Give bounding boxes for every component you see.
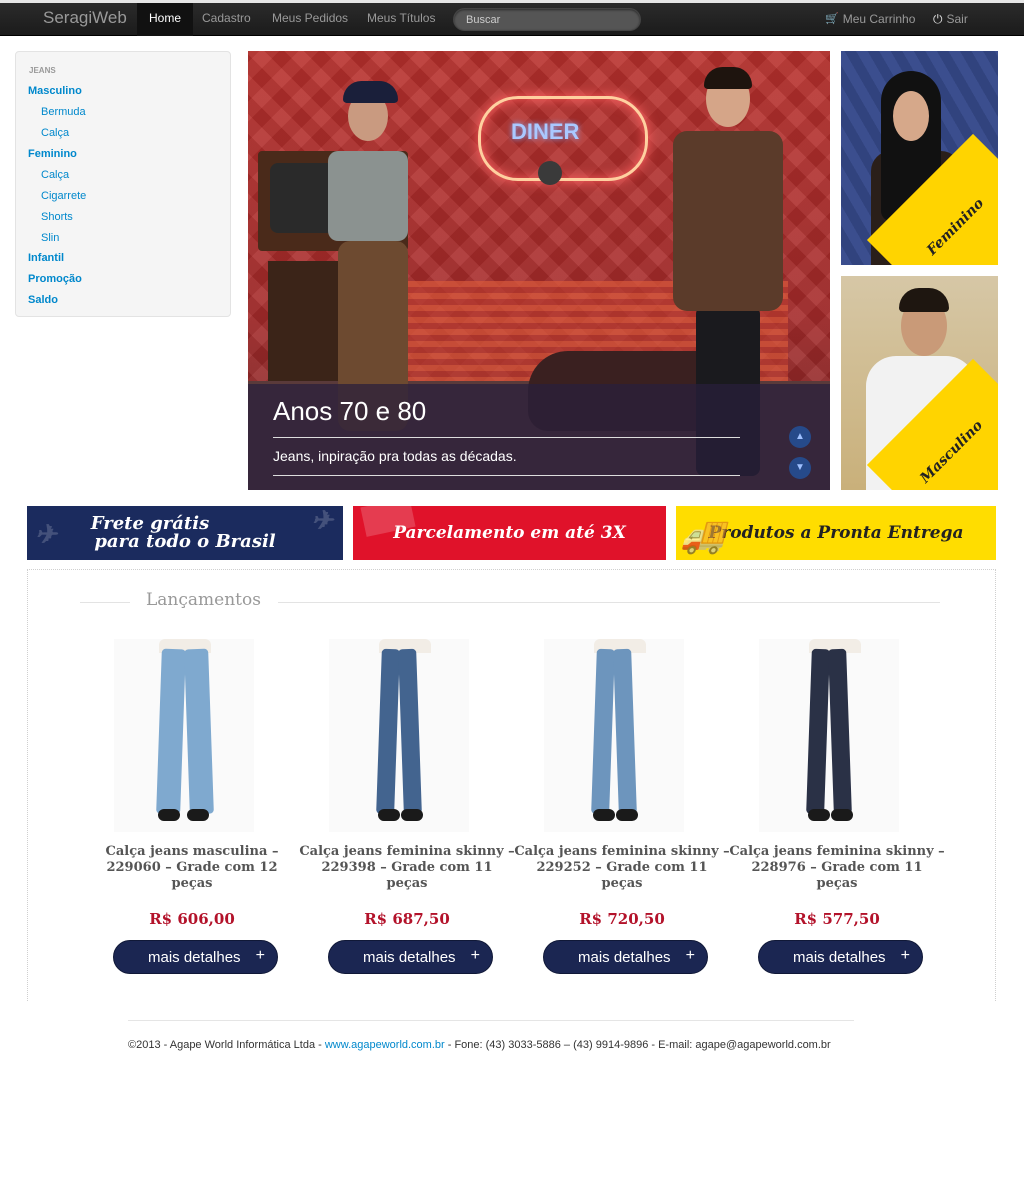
search-input[interactable] (454, 9, 640, 30)
footer-site-link[interactable]: www.agapeworld.com.br (325, 1039, 445, 1051)
frete-line2: para todo o Brasil (94, 531, 276, 552)
airplane-icon: ✈ (311, 506, 333, 536)
cart-label: Meu Carrinho (842, 12, 916, 26)
nav-cadastro[interactable]: Cadastro (202, 3, 251, 36)
sidebar-item-feminino[interactable]: Feminino (28, 148, 77, 160)
sidebar-item-shorts[interactable]: Shorts (41, 211, 73, 223)
neon-sign: DINER (478, 96, 648, 181)
details-button[interactable]: mais detalhes + (543, 940, 708, 974)
plus-icon: + (900, 947, 910, 964)
product-image[interactable] (759, 639, 899, 832)
details-button-label: mais detalhes (793, 948, 886, 966)
caption-divider (273, 437, 740, 438)
sidebar-item-cigarrete[interactable]: Cigarrete (41, 190, 86, 202)
details-button[interactable]: mais detalhes + (328, 940, 493, 974)
product-image[interactable] (544, 639, 684, 832)
plus-icon: + (470, 947, 480, 964)
banner-frete-gratis[interactable]: ✈ ✈ Frete grátis para todo o Brasil (27, 506, 343, 560)
sidebar-item-masculino[interactable]: Masculino (28, 85, 82, 97)
footer: ©2013 - Agape World Informática Ltda - w… (128, 1039, 888, 1051)
exit-label: Sair (946, 12, 968, 26)
hero-title: Anos 70 e 80 (273, 396, 427, 426)
jeans-image (806, 639, 861, 821)
promo-masculino[interactable]: Masculino (841, 276, 998, 490)
product-image[interactable] (329, 639, 469, 832)
promo-feminino[interactable]: Feminino (841, 51, 998, 265)
jeans-image (376, 639, 431, 821)
jeans-image (156, 639, 214, 821)
lamp (538, 161, 562, 185)
sidebar-item-bermuda[interactable]: Bermuda (41, 106, 86, 118)
footer-copyright: ©2013 - Agape World Informática Ltda - (128, 1039, 325, 1051)
neon-text: DINER (511, 119, 580, 144)
banner-parcelamento[interactable]: Parcelamento em até 3X (353, 506, 666, 560)
sidebar-item-infantil[interactable]: Infantil (28, 252, 64, 264)
sidebar-item-saldo[interactable]: Saldo (28, 294, 58, 306)
section-divider-left (80, 602, 130, 603)
pronta-entrega-label: Produtos a Pronta Entrega (708, 523, 964, 543)
nav-home[interactable]: Home (137, 3, 194, 36)
nav-meus-titulos[interactable]: Meus Títulos (367, 3, 435, 36)
hero-carousel[interactable]: DINER Anos 70 e 80 Jeans, inpiração pra … (248, 51, 830, 490)
plus-icon: + (255, 947, 265, 964)
product-card[interactable]: Calça jeans feminina skinny – 229252 – G… (514, 639, 730, 979)
plus-icon: + (685, 947, 695, 964)
category-sidebar: JEANS Masculino Bermuda Calça Feminino C… (15, 51, 231, 317)
hero-caption: Anos 70 e 80 Jeans, inpiração pra todas … (248, 384, 830, 490)
brand-logo[interactable]: SeragiWeb (43, 8, 127, 28)
footer-contact: - Fone: (43) 3033-5886 – (43) 9914-9896 … (444, 1039, 831, 1051)
product-price: R$ 577,50 (794, 910, 880, 928)
search-box (453, 8, 641, 31)
sidebar-item-slin[interactable]: Slin (41, 232, 59, 244)
details-button[interactable]: mais detalhes + (113, 940, 278, 974)
product-card[interactable]: Calça jeans masculina – 229060 – Grade c… (84, 639, 300, 979)
details-button-label: mais detalhes (363, 948, 456, 966)
power-icon: ⏻ (933, 12, 943, 26)
sidebar-item-promocao[interactable]: Promoção (28, 273, 82, 285)
product-title[interactable]: Calça jeans masculina – 229060 – Grade c… (84, 844, 300, 892)
details-button-label: mais detalhes (578, 948, 671, 966)
product-title[interactable]: Calça jeans feminina skinny – 229398 – G… (299, 844, 515, 892)
truck-icon: 🚚 (680, 514, 725, 556)
product-title[interactable]: Calça jeans feminina skinny – 229252 – G… (514, 844, 730, 892)
carousel-prev-button[interactable]: ▲ (789, 426, 811, 448)
caption-divider (273, 475, 740, 476)
section-title: Lançamentos (146, 590, 261, 610)
jeans-image (591, 639, 646, 821)
product-card[interactable]: Calça jeans feminina skinny – 228976 – G… (729, 639, 945, 979)
product-price: R$ 687,50 (364, 910, 450, 928)
section-divider-right (278, 602, 940, 603)
cart-link[interactable]: 🛒 Meu Carrinho (825, 3, 915, 36)
footer-divider (128, 1020, 854, 1021)
product-price: R$ 720,50 (579, 910, 665, 928)
parcelamento-label: Parcelamento em até 3X (393, 523, 626, 543)
hero-subtitle: Jeans, inpiração pra todas as décadas. (273, 448, 517, 464)
top-navbar: SeragiWeb Home Cadastro Meus Pedidos Meu… (0, 0, 1024, 36)
carousel-next-button[interactable]: ▼ (789, 457, 811, 479)
product-price: R$ 606,00 (149, 910, 235, 928)
product-title[interactable]: Calça jeans feminina skinny – 228976 – G… (729, 844, 945, 892)
exit-link[interactable]: ⏻ Sair (933, 3, 968, 36)
product-image[interactable] (114, 639, 254, 832)
cart-icon: 🛒 (825, 13, 839, 25)
sidebar-header: JEANS (29, 66, 56, 75)
banner-pronta-entrega[interactable]: 🚚 Produtos a Pronta Entrega (676, 506, 996, 560)
sidebar-item-calca-fem[interactable]: Calça (41, 169, 69, 181)
airplane-icon: ✈ (35, 520, 57, 550)
product-card[interactable]: Calça jeans feminina skinny – 229398 – G… (299, 639, 515, 979)
details-button-label: mais detalhes (148, 948, 241, 966)
nav-meus-pedidos[interactable]: Meus Pedidos (272, 3, 348, 36)
sidebar-item-calca-masc[interactable]: Calça (41, 127, 69, 139)
details-button[interactable]: mais detalhes + (758, 940, 923, 974)
